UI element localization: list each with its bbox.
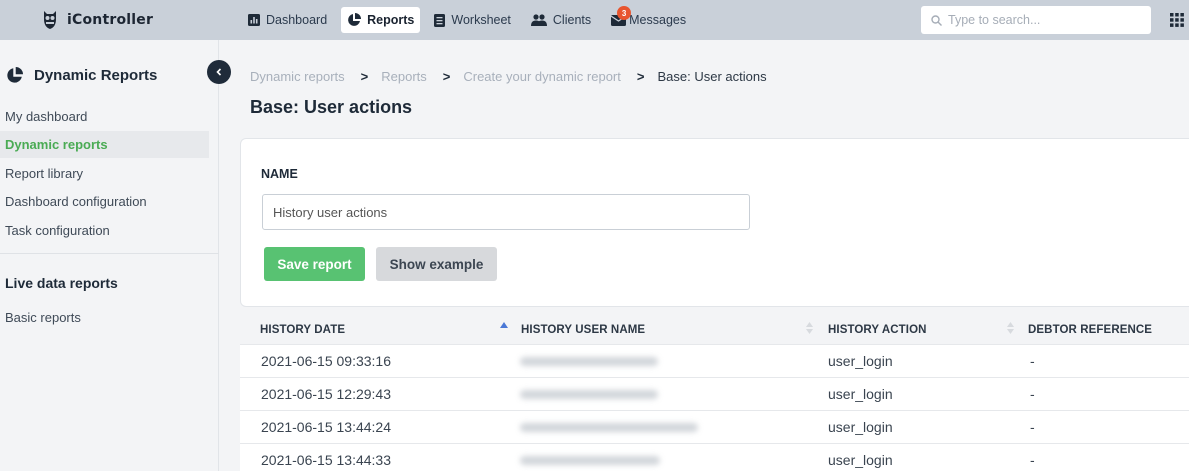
pie-chart-icon [7,67,23,83]
breadcrumb-item[interactable]: Create your dynamic report [463,69,621,84]
cell-history-date: 2021-06-15 13:44:33 [261,452,391,468]
breadcrumb-current: Base: User actions [657,69,767,84]
sort-icon[interactable] [806,322,813,334]
save-report-button[interactable]: Save report [264,247,365,281]
sidebar-item-my-dashboard[interactable]: My dashboard [0,103,209,130]
cell-history-action: user_login [828,353,893,369]
nav-label: Messages [629,13,687,27]
sidebar-item-dashboard-configuration[interactable]: Dashboard configuration [0,188,209,215]
app-name: iController [67,12,154,28]
cell-debtor-reference: - [1030,419,1035,435]
nav-label: Clients [552,13,592,27]
search-box[interactable] [921,6,1151,34]
nav-label: Worksheet [451,13,511,27]
nav-worksheet[interactable]: Worksheet [428,7,517,33]
top-bar: iController Dashboard Reports Worksheet … [0,0,1189,40]
redacted-user-name [520,357,658,366]
column-header-history-date[interactable]: HISTORY DATE [260,324,345,336]
sidebar-title-label: Dynamic Reports [34,67,158,84]
redacted-user-name [520,456,660,465]
table-row[interactable]: 2021-06-15 13:44:24 user_login - [240,410,1189,443]
sidebar-item-basic-reports[interactable]: Basic reports [0,304,209,331]
main-nav: Dashboard Reports Worksheet Clients 3 Me… [242,6,700,33]
apps-grid-icon[interactable] [1170,13,1184,27]
sidebar-divider [0,253,219,254]
cell-history-date: 2021-06-15 13:44:24 [261,419,391,435]
sidebar-item-report-library[interactable]: Report library [0,160,209,187]
breadcrumb: Dynamic reports > Reports > Create your … [250,69,767,84]
sidebar-section-title: Live data reports [5,275,118,291]
report-form-card: NAME Save report Show example [240,138,1189,307]
sidebar-title: Dynamic Reports [6,67,157,84]
cell-history-action: user_login [828,452,893,468]
breadcrumb-separator-icon: > [360,69,369,84]
owl-logo-icon [44,11,56,29]
nav-dashboard[interactable]: Dashboard [242,7,333,33]
name-label: NAME [261,167,298,181]
breadcrumb-item[interactable]: Reports [381,69,427,84]
users-icon [530,14,547,26]
report-name-input[interactable] [262,194,750,230]
cell-debtor-reference: - [1030,386,1035,402]
cell-history-action: user_login [828,386,893,402]
dashboard-icon [248,14,260,26]
sidebar-item-task-configuration[interactable]: Task configuration [0,217,209,244]
logo[interactable]: iController [43,9,153,31]
search-input[interactable] [948,13,1138,27]
table-row[interactable]: 2021-06-15 12:29:43 user_login - [240,377,1189,410]
sort-ascending-icon[interactable] [500,322,508,328]
nav-clients[interactable]: Clients [525,7,597,33]
nav-messages[interactable]: 3 Messages [605,6,692,33]
redacted-user-name [520,390,658,399]
collapse-sidebar-button[interactable] [207,60,231,84]
column-header-debtor-reference[interactable]: DEBTOR REFERENCE [1028,324,1152,336]
cell-debtor-reference: - [1030,353,1035,369]
page-title: Base: User actions [250,97,413,117]
search-icon [931,14,942,26]
sidebar-item-dynamic-reports[interactable]: Dynamic reports [0,131,209,158]
table-row[interactable]: 2021-06-15 09:33:16 user_login - [240,344,1189,377]
show-example-button[interactable]: Show example [376,247,497,281]
nav-label: Reports [367,13,415,27]
breadcrumb-separator-icon: > [636,69,645,84]
redacted-user-name [520,423,698,432]
nav-label: Dashboard [266,13,328,27]
sidebar: Dynamic Reports My dashboard Dynamic rep… [0,40,219,471]
nav-reports[interactable]: Reports [341,7,421,33]
table-row[interactable]: 2021-06-15 13:44:33 user_login - [240,443,1189,471]
document-icon [434,13,446,27]
cell-debtor-reference: - [1030,452,1035,468]
cell-history-action: user_login [828,419,893,435]
table-header: HISTORY DATE HISTORY USER NAME HISTORY A… [240,317,1189,344]
column-header-history-user-name[interactable]: HISTORY USER NAME [521,324,645,336]
chevron-left-icon [216,68,222,76]
pie-chart-icon [348,13,362,26]
column-header-history-action[interactable]: HISTORY ACTION [828,324,927,336]
breadcrumb-separator-icon: > [442,69,451,84]
breadcrumb-item[interactable]: Dynamic reports [250,69,345,84]
cell-history-date: 2021-06-15 09:33:16 [261,353,391,369]
cell-history-date: 2021-06-15 12:29:43 [261,386,391,402]
sort-icon[interactable] [1007,322,1014,334]
